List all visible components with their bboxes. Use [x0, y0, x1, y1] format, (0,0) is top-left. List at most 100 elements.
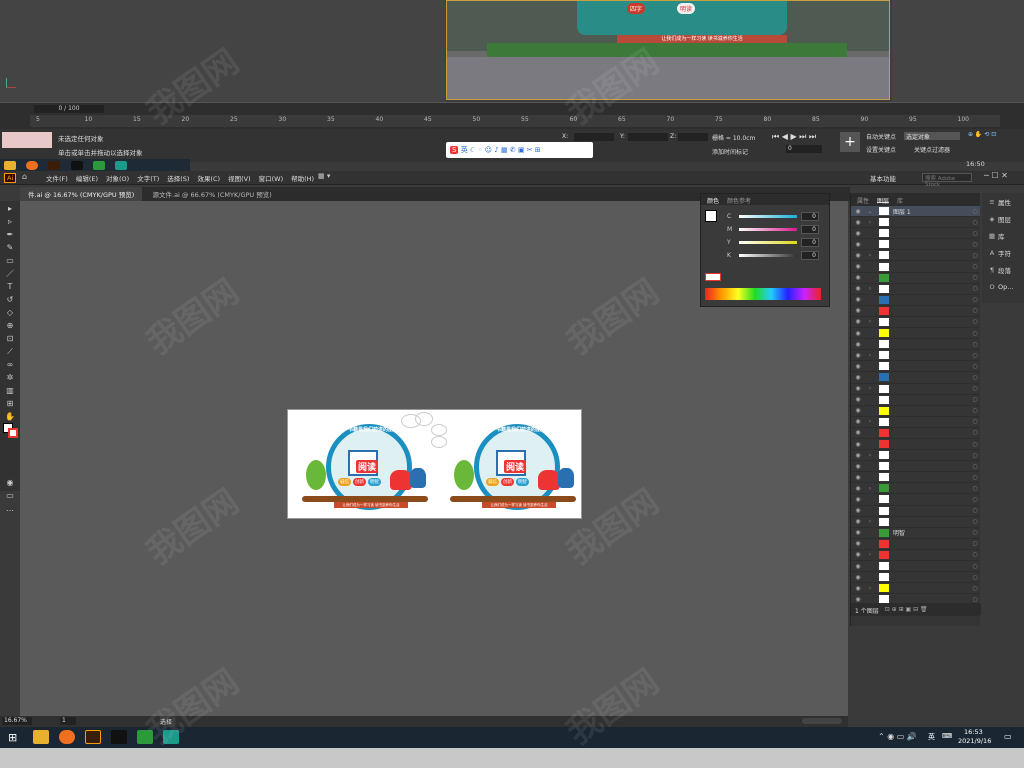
visibility-eye-icon[interactable]: ◉ — [851, 363, 865, 370]
layer-row[interactable]: ◉○ — [851, 439, 980, 451]
target-icon[interactable]: ○ — [970, 318, 980, 325]
target-icon[interactable]: ○ — [970, 263, 980, 270]
layer-row[interactable]: ◉○ — [851, 572, 980, 584]
color-fill-swatch[interactable] — [705, 210, 717, 222]
layer-row[interactable]: ◉○ — [851, 273, 980, 284]
visibility-eye-icon[interactable]: ◉ — [851, 429, 865, 436]
target-icon[interactable]: ○ — [970, 363, 980, 370]
layer-row[interactable]: ◉○ — [851, 361, 980, 373]
expand-chevron-icon[interactable]: › — [865, 585, 875, 592]
curvature-tool-icon[interactable]: ✎ — [3, 242, 17, 253]
add-time-tag[interactable]: 添加时间标记 — [712, 147, 748, 156]
tray-ime[interactable]: 英 — [928, 732, 935, 742]
ime-toolbar[interactable]: S 英 ☾ ◦ ☺ ♪ ▦ ✆ ▣ ✂ ⊞ — [446, 142, 593, 158]
visibility-eye-icon[interactable]: ◉ — [851, 296, 865, 303]
tray-keyboard-icon[interactable]: ⌨ — [942, 732, 952, 740]
target-icon[interactable]: ○ — [970, 441, 980, 448]
notification-icon[interactable]: ▭ — [1004, 732, 1012, 741]
coord-y-field[interactable] — [628, 133, 668, 141]
green-app-icon[interactable] — [92, 161, 105, 170]
visibility-eye-icon[interactable]: ◉ — [851, 529, 865, 536]
layer-row[interactable]: ◉ › ○ — [851, 450, 980, 462]
expand-chevron-icon[interactable]: ⌄ — [865, 208, 875, 215]
menu-item[interactable]: 编辑(E) — [72, 171, 102, 185]
maxscript-listener[interactable] — [2, 132, 52, 148]
max-viewport-right[interactable] — [892, 0, 1024, 102]
artboard-tool-icon[interactable]: ⊞ — [3, 398, 17, 409]
green-app-taskbar-icon[interactable] — [137, 730, 153, 744]
menu-item[interactable]: 对象(O) — [102, 171, 133, 185]
layer-row[interactable]: ◉ 明智 ○ — [851, 528, 980, 539]
target-icon[interactable]: ○ — [970, 496, 980, 503]
tray-icons[interactable]: ⌃ ◉ ▭ 🔊 — [878, 732, 917, 741]
visibility-eye-icon[interactable]: ◉ — [851, 219, 865, 226]
layer-row[interactable]: ◉○ — [851, 372, 980, 384]
layer-name[interactable]: 明智 — [893, 528, 970, 537]
tab-color-guide[interactable]: 颜色参考 — [727, 196, 751, 205]
key-filter-button[interactable]: 关键点过滤器 — [914, 145, 950, 154]
target-icon[interactable]: ○ — [970, 529, 980, 536]
shape-builder-tool-icon[interactable]: ⊕ — [3, 320, 17, 331]
target-icon[interactable]: ○ — [970, 563, 980, 570]
layer-row[interactable]: ◉○ — [851, 561, 980, 573]
visibility-eye-icon[interactable]: ◉ — [851, 318, 865, 325]
layer-name[interactable]: 图层 1 — [893, 207, 970, 216]
rectangle-tool-icon[interactable]: ▭ — [3, 255, 17, 266]
layers-footer-icons[interactable]: ⊡ ⊕ ⊞ ▣ ⊟ 🗑 — [885, 606, 928, 613]
target-icon[interactable]: ○ — [970, 208, 980, 215]
layer-row[interactable]: ◉○ — [851, 306, 980, 317]
draw-mode-icon[interactable]: ◉ — [3, 477, 17, 488]
pen-tool-icon[interactable]: ✒ — [3, 229, 17, 240]
target-icon[interactable]: ○ — [970, 252, 980, 259]
tab-layers[interactable]: 图层 — [877, 196, 890, 205]
hand-tool-icon[interactable]: ✋ — [3, 411, 17, 422]
layer-row[interactable]: ◉○ — [851, 295, 980, 306]
free-transform-tool-icon[interactable]: ⊡ — [3, 333, 17, 344]
layer-row[interactable]: ◉○ — [851, 239, 980, 251]
visibility-eye-icon[interactable]: ◉ — [851, 441, 865, 448]
horizontal-scrollbar[interactable] — [802, 718, 842, 724]
visibility-eye-icon[interactable]: ◉ — [851, 418, 865, 425]
layer-row[interactable]: ◉ › ○ — [851, 284, 980, 295]
visibility-eye-icon[interactable]: ◉ — [851, 241, 865, 248]
layer-row[interactable]: ◉ › ○ — [851, 217, 980, 229]
layer-row[interactable]: ◉○ — [851, 461, 980, 473]
layer-row[interactable]: ◉ › ○ — [851, 417, 980, 428]
symbol-sprayer-tool-icon[interactable]: ✲ — [3, 372, 17, 383]
layer-row[interactable]: ◉ › ○ — [851, 350, 980, 362]
visibility-eye-icon[interactable]: ◉ — [851, 341, 865, 348]
target-icon[interactable]: ○ — [970, 518, 980, 525]
expand-chevron-icon[interactable]: › — [865, 385, 875, 392]
artboard[interactable]: 书籍是我们前进的朋友 阅读 诚信 创新 明智 让我们成为一样习读 读书滋养你生活… — [287, 409, 582, 519]
layer-row[interactable]: ◉○ — [851, 472, 980, 484]
target-icon[interactable]: ○ — [970, 219, 980, 226]
target-icon[interactable]: ○ — [970, 307, 980, 314]
workspace-switcher[interactable]: 基本功能 — [870, 173, 896, 183]
playback-controls[interactable]: ⏮ ◀ ▶ ⏭ ⏭ — [772, 132, 816, 142]
coord-x-field[interactable] — [574, 133, 614, 141]
layer-row[interactable]: ◉○ — [851, 506, 980, 517]
visibility-eye-icon[interactable]: ◉ — [851, 330, 865, 337]
dock-item[interactable]: A 字符 — [982, 244, 1024, 261]
menu-item[interactable]: 选择(S) — [163, 171, 193, 185]
expand-chevron-icon[interactable]: › — [865, 252, 875, 259]
layer-row[interactable]: ◉○ — [851, 406, 980, 417]
design-right[interactable]: 书籍是我们前进的朋友 阅读 诚信 创新 明智 让我们成为一样习读 读书滋养你生活 — [446, 420, 578, 512]
expand-chevron-icon[interactable]: › — [865, 518, 875, 525]
target-icon[interactable]: ○ — [970, 285, 980, 292]
target-icon[interactable]: ○ — [970, 274, 980, 281]
dock-item[interactable]: ¶ 段落 — [982, 261, 1024, 278]
layer-row[interactable]: ◉○ — [851, 428, 980, 439]
visibility-eye-icon[interactable]: ◉ — [851, 307, 865, 314]
max-taskbar-icon[interactable] — [163, 730, 179, 744]
target-icon[interactable]: ○ — [970, 540, 980, 547]
layer-row[interactable]: ◉○ — [851, 228, 980, 240]
target-icon[interactable]: ○ — [970, 396, 980, 403]
browser-icon[interactable] — [59, 730, 75, 744]
visibility-eye-icon[interactable]: ◉ — [851, 496, 865, 503]
target-icon[interactable]: ○ — [970, 596, 980, 603]
visibility-eye-icon[interactable]: ◉ — [851, 208, 865, 215]
visibility-eye-icon[interactable]: ◉ — [851, 507, 865, 514]
selected-object-dropdown[interactable]: 选定对象 — [904, 132, 960, 141]
blend-tool-icon[interactable]: ∞ — [3, 359, 17, 370]
